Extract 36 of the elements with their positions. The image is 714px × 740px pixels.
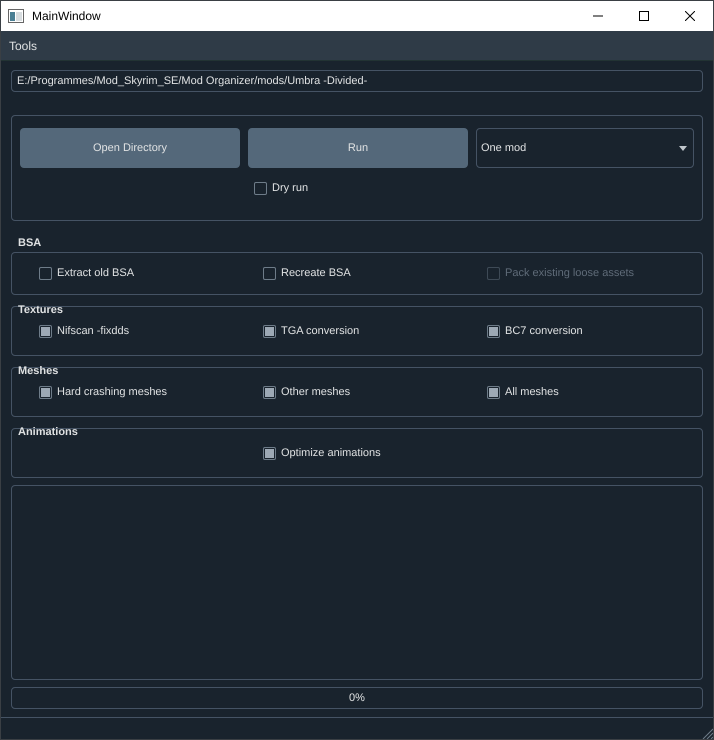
checkbox[interactable] xyxy=(263,446,276,460)
checkbox-label[interactable]: Recreate BSA xyxy=(281,265,351,282)
group-title: Textures xyxy=(18,303,64,317)
menu-item[interactable]: Tools xyxy=(5,34,42,56)
checkbox-label[interactable]: Extract old BSA xyxy=(57,265,134,282)
mode-dropdown[interactable]: One mod xyxy=(476,128,694,168)
checkbox[interactable] xyxy=(39,324,52,338)
checkbox-label[interactable]: Hard crashing meshes xyxy=(57,384,168,400)
checkbox-label[interactable]: Dry run xyxy=(272,180,308,196)
progress-label: 0% xyxy=(349,690,365,706)
caret-icon xyxy=(679,146,687,150)
checkbox[interactable] xyxy=(263,386,276,398)
checkbox-label[interactable]: BC7 conversion xyxy=(505,322,583,340)
checkbox-label[interactable]: Optimize animations xyxy=(281,444,381,462)
group-title: Meshes xyxy=(18,364,60,378)
checkbox[interactable] xyxy=(487,386,500,398)
checkbox-label[interactable]: Other meshes xyxy=(281,384,350,400)
app-icon xyxy=(8,9,24,23)
checkbox[interactable] xyxy=(487,324,500,338)
open-directory-button[interactable]: Open Directory xyxy=(20,128,240,168)
checkbox[interactable] xyxy=(263,324,276,338)
maximize-icon xyxy=(639,11,649,21)
checkbox[interactable] xyxy=(39,267,52,280)
checkbox-label[interactable]: TGA conversion xyxy=(281,322,360,340)
checkbox-label[interactable]: All meshes xyxy=(505,384,559,400)
close-icon xyxy=(685,11,695,21)
path-field[interactable]: E:/Programmes/Mod_Skyrim_SE/Mod Organizer/mods/Umbra -Divided- xyxy=(11,70,703,92)
checkbox[interactable] xyxy=(39,386,52,398)
checkbox[interactable] xyxy=(263,267,276,280)
group-title: Animations xyxy=(18,425,79,439)
window-title: MainWindow xyxy=(32,8,101,25)
checkbox[interactable] xyxy=(254,182,267,195)
checkbox-label[interactable]: Nifscan -fixdds xyxy=(57,322,130,340)
resize-grip-icon[interactable] xyxy=(701,727,713,739)
group-title: BSA xyxy=(18,236,42,250)
run-button[interactable]: Run xyxy=(248,128,468,168)
